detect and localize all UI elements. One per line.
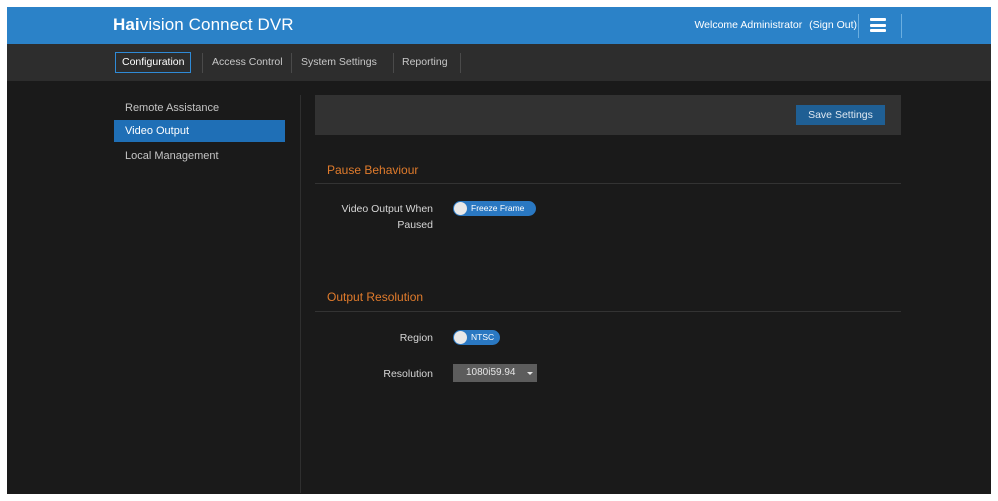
top-bar: Haivision Connect DVR Welcome Administra…: [7, 7, 991, 44]
resolution-label: Resolution: [383, 368, 433, 380]
tab-reporting[interactable]: Reporting: [396, 52, 454, 72]
topbar-divider: [858, 14, 859, 38]
toggle-value: Freeze Frame: [471, 203, 525, 213]
nav-bar: Configuration Access Control System Sett…: [7, 44, 991, 81]
brand-bold: Hai: [113, 15, 140, 34]
nav-divider: [202, 53, 203, 73]
nav-divider: [393, 53, 394, 73]
tab-system-settings[interactable]: System Settings: [295, 52, 383, 72]
resolution-select[interactable]: 1080i59.94: [453, 364, 537, 382]
sign-out-link[interactable]: (Sign Out): [809, 19, 857, 31]
video-output-paused-toggle[interactable]: Freeze Frame: [453, 201, 536, 216]
sidebar-item-local-management[interactable]: Local Management: [114, 145, 285, 167]
pause-behaviour-title: Pause Behaviour: [327, 163, 419, 177]
brand-rest: vision Connect DVR: [139, 15, 294, 34]
nav-divider: [460, 53, 461, 73]
topbar-divider: [901, 14, 902, 38]
video-output-when-paused-label: Video Output When Paused: [341, 203, 433, 231]
sidebar-divider: [300, 95, 301, 493]
resolution-value: 1080i59.94: [466, 367, 516, 378]
toggle-value: NTSC: [471, 332, 495, 342]
region-label: Region: [399, 332, 433, 344]
toggle-knob: [454, 331, 467, 344]
welcome-text: Welcome Administrator: [694, 19, 803, 31]
welcome-area: Welcome Administrator (Sign Out): [694, 19, 857, 31]
section-divider: [315, 311, 901, 312]
output-resolution-title: Output Resolution: [327, 290, 424, 304]
brand-logo[interactable]: Haivision Connect DVR: [113, 15, 294, 35]
save-settings-button[interactable]: Save Settings: [796, 105, 885, 125]
settings-toolbar: Save Settings: [315, 95, 901, 135]
toggle-knob: [454, 202, 467, 215]
sidebar-item-video-output[interactable]: Video Output: [114, 120, 285, 142]
tab-access-control[interactable]: Access Control: [206, 52, 289, 72]
region-toggle[interactable]: NTSC: [453, 330, 500, 345]
hamburger-menu-icon[interactable]: [870, 17, 886, 33]
sidebar-item-remote-assistance[interactable]: Remote Assistance: [114, 97, 285, 119]
section-divider: [315, 183, 901, 184]
app-window: Haivision Connect DVR Welcome Administra…: [7, 7, 991, 494]
chevron-down-icon: [527, 372, 533, 375]
nav-divider: [291, 53, 292, 73]
tab-configuration[interactable]: Configuration: [115, 52, 192, 73]
